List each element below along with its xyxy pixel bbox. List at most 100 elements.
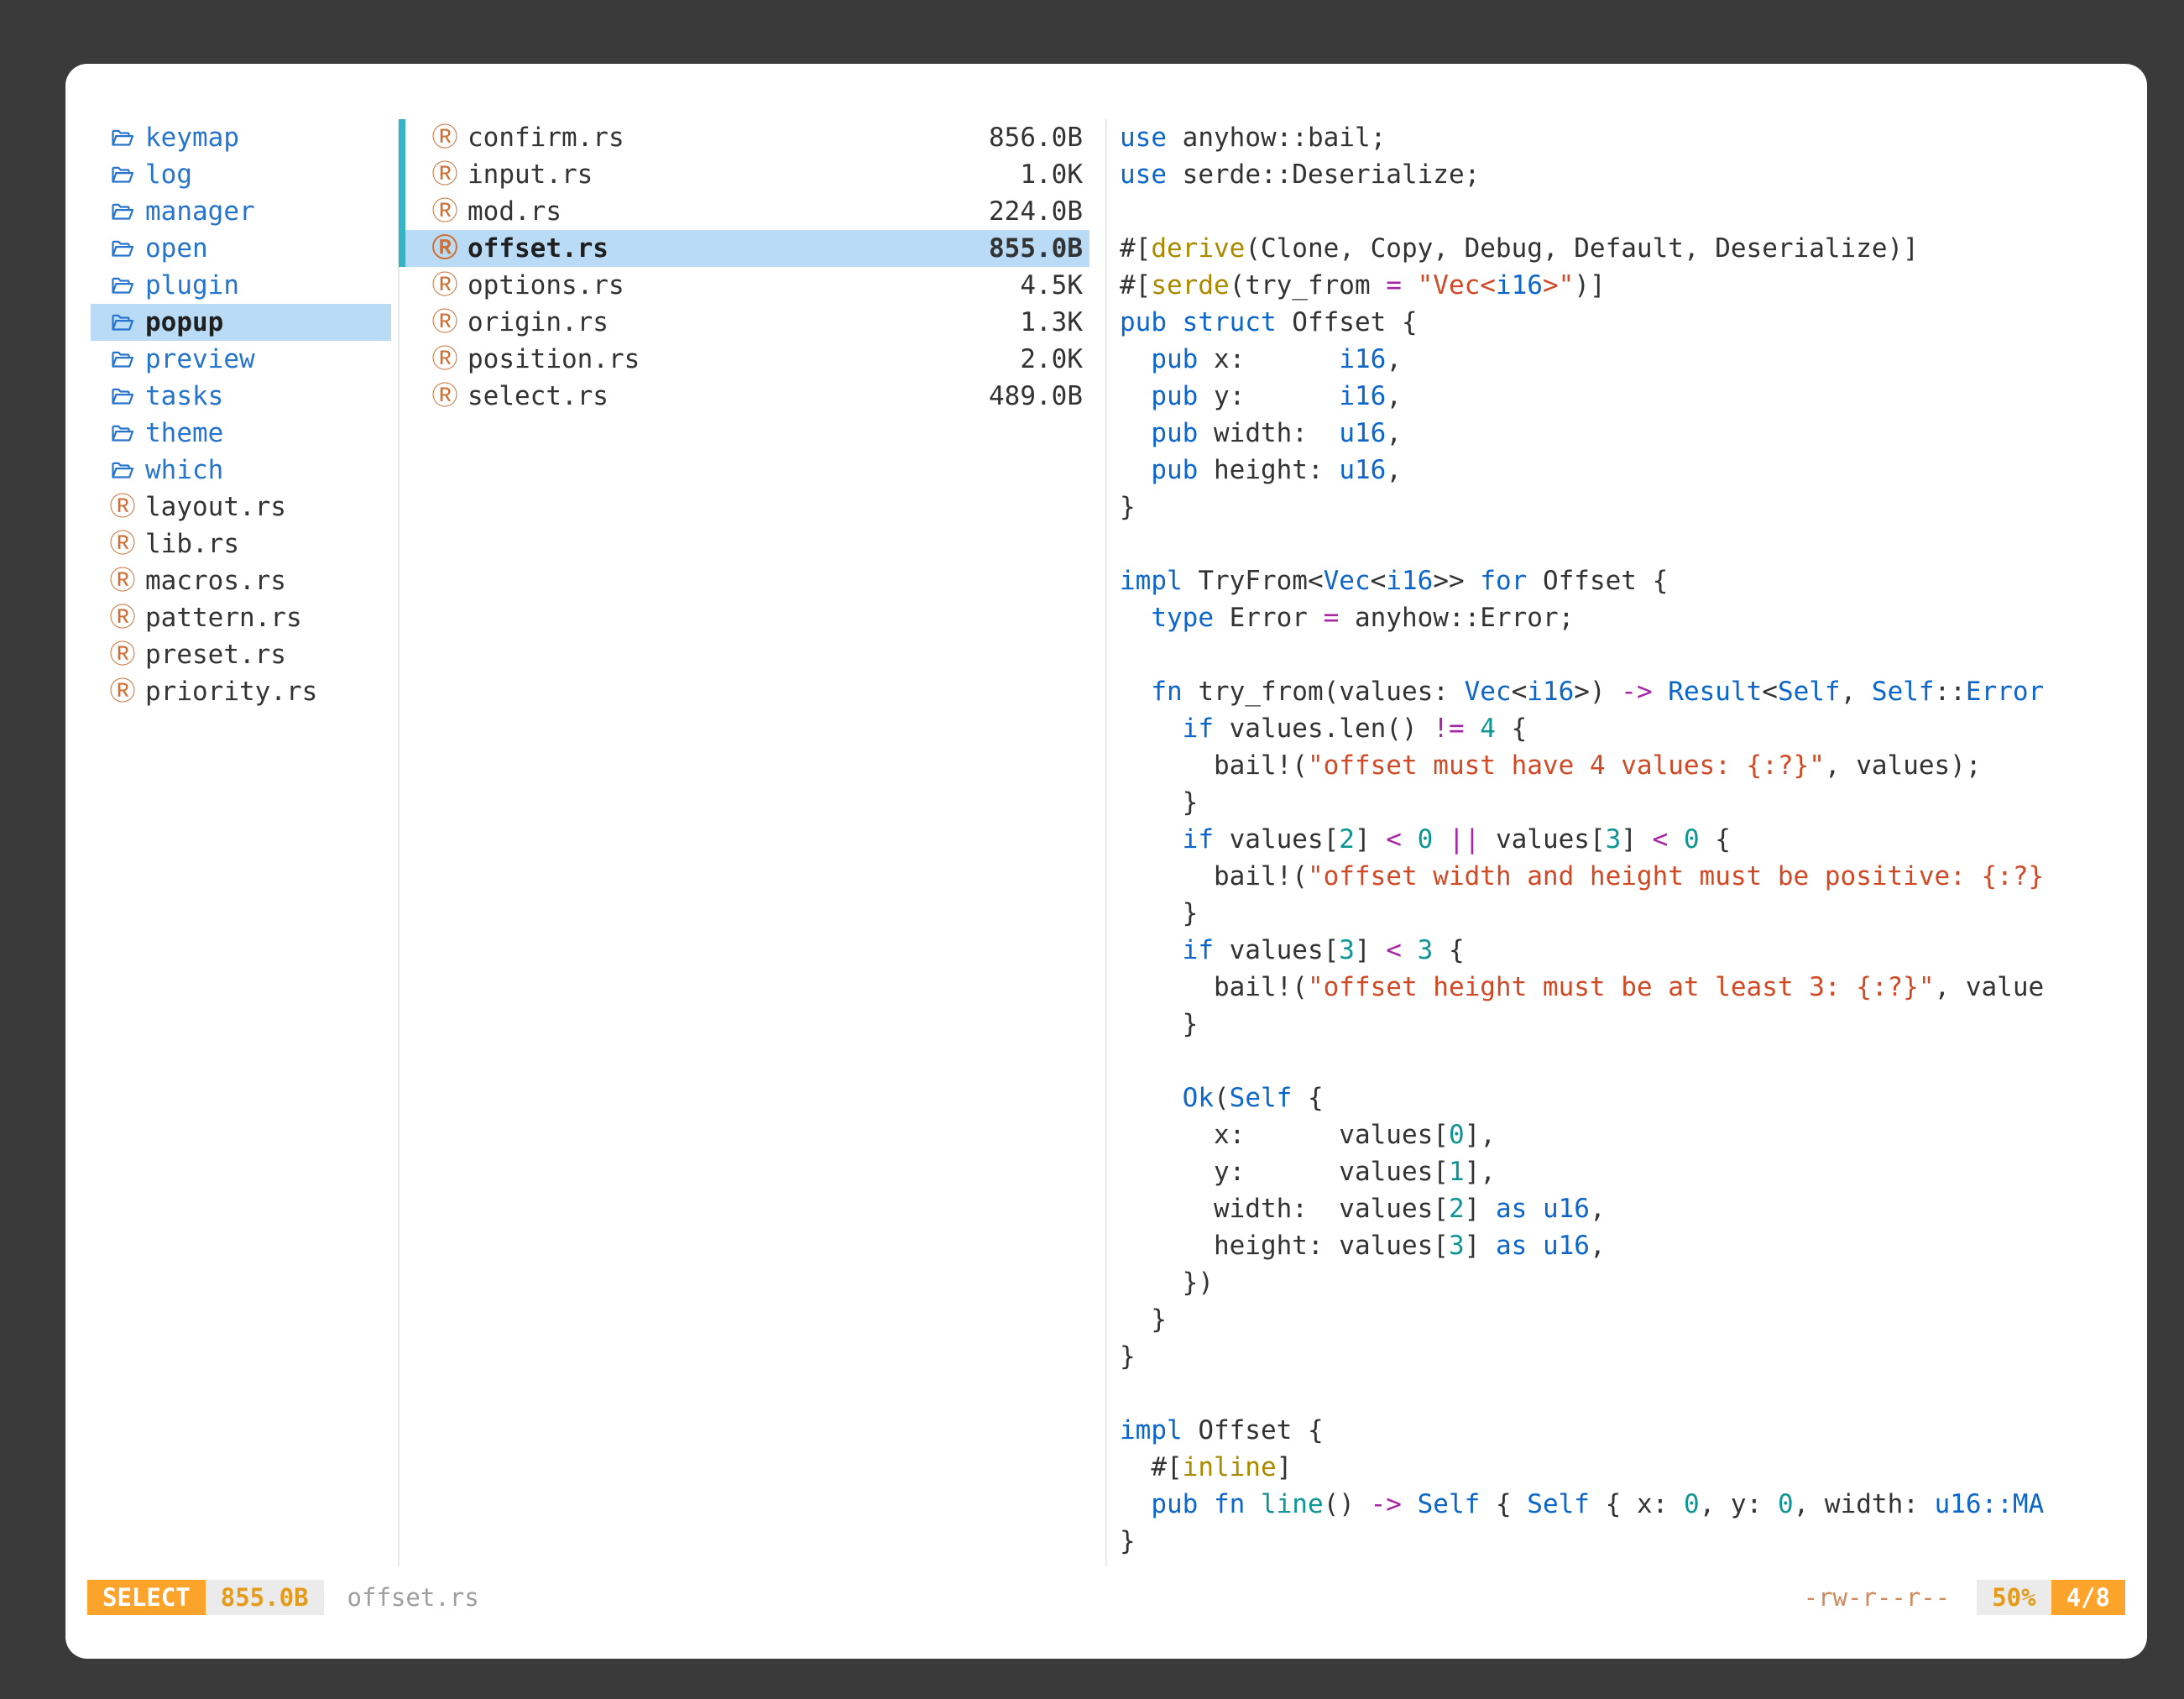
rust-icon: Ⓡ bbox=[431, 384, 458, 410]
code-line: } bbox=[1120, 1338, 2132, 1375]
file-size: 489.0B bbox=[989, 381, 1083, 411]
code-line: #[inline] bbox=[1120, 1449, 2132, 1486]
item-label: tasks bbox=[145, 381, 223, 411]
file-item-mod-rs[interactable]: Ⓡmod.rs 224.0B bbox=[399, 193, 1089, 230]
file-size: 1.3K bbox=[1020, 307, 1083, 337]
folder-open-icon bbox=[109, 386, 136, 407]
item-label: open bbox=[145, 233, 208, 264]
folder-open-icon bbox=[109, 165, 136, 186]
parent-item-keymap[interactable]: keymap bbox=[91, 119, 391, 156]
item-label: macros.rs bbox=[145, 566, 286, 596]
selected-marker bbox=[399, 193, 405, 230]
code-line: x: values[0], bbox=[1120, 1116, 2132, 1153]
item-label: plugin bbox=[145, 270, 239, 301]
parent-item-macros-rs[interactable]: Ⓡmacros.rs bbox=[91, 562, 391, 599]
item-label: which bbox=[145, 455, 223, 485]
parent-item-manager[interactable]: manager bbox=[91, 193, 391, 230]
code-line: use anyhow::bail; bbox=[1120, 119, 2132, 156]
file-size: 856.0B bbox=[989, 123, 1083, 153]
status-bar: SELECT 855.0B offset.rs -rw-r--r-- 50% 4… bbox=[87, 1580, 2125, 1615]
rust-icon: Ⓡ bbox=[431, 125, 458, 151]
item-label: keymap bbox=[145, 123, 239, 153]
item-label: priority.rs bbox=[145, 677, 317, 707]
code-line: } bbox=[1120, 1523, 2132, 1560]
file-item-options-rs[interactable]: Ⓡoptions.rs4.5K bbox=[399, 267, 1089, 304]
file-item-confirm-rs[interactable]: Ⓡconfirm.rs 856.0B bbox=[399, 119, 1089, 156]
item-label: lib.rs bbox=[145, 529, 239, 559]
code-line bbox=[1120, 1375, 2132, 1412]
item-label: preset.rs bbox=[145, 640, 286, 670]
code-line: use serde::Deserialize; bbox=[1120, 156, 2132, 193]
parent-item-priority-rs[interactable]: Ⓡpriority.rs bbox=[91, 673, 391, 710]
code-line: pub y: i16, bbox=[1120, 378, 2132, 415]
item-label: select.rs bbox=[468, 381, 609, 411]
rust-icon: Ⓡ bbox=[431, 236, 458, 262]
code-line bbox=[1120, 525, 2132, 562]
file-size: 4.5K bbox=[1020, 270, 1083, 301]
parent-item-popup[interactable]: popup bbox=[91, 304, 391, 341]
code-line: impl Offset { bbox=[1120, 1412, 2132, 1449]
preview-pane: use anyhow::bail;use serde::Deserialize;… bbox=[1120, 119, 2132, 1560]
mode-badge: SELECT bbox=[87, 1580, 206, 1615]
item-label: popup bbox=[145, 307, 223, 337]
position-badge: 4/8 bbox=[2051, 1580, 2125, 1615]
selected-marker bbox=[399, 230, 405, 267]
parent-item-pattern-rs[interactable]: Ⓡpattern.rs bbox=[91, 599, 391, 636]
code-line: } bbox=[1120, 489, 2132, 525]
percent-badge: 50% bbox=[1977, 1580, 2051, 1615]
item-label: manager bbox=[145, 196, 255, 227]
code-line: fn try_from(values: Vec<i16>) -> Result<… bbox=[1120, 673, 2132, 710]
code-line: pub x: i16, bbox=[1120, 341, 2132, 378]
file-size: 855.0B bbox=[989, 233, 1083, 264]
code-line: bail!("offset width and height must be p… bbox=[1120, 858, 2132, 895]
item-label: offset.rs bbox=[468, 233, 609, 264]
item-label: mod.rs bbox=[468, 196, 562, 227]
code-line bbox=[1120, 193, 2132, 230]
parent-item-log[interactable]: log bbox=[91, 156, 391, 193]
folder-open-icon bbox=[109, 275, 136, 296]
parent-item-plugin[interactable]: plugin bbox=[91, 267, 391, 304]
code-line: if values[2] < 0 || values[3] < 0 { bbox=[1120, 821, 2132, 858]
parent-item-theme[interactable]: theme bbox=[91, 415, 391, 452]
rust-icon: Ⓡ bbox=[109, 605, 136, 631]
parent-item-preview[interactable]: preview bbox=[91, 341, 391, 378]
file-item-select-rs[interactable]: Ⓡselect.rs 489.0B bbox=[399, 378, 1089, 415]
file-item-offset-rs[interactable]: Ⓡoffset.rs 855.0B bbox=[399, 230, 1089, 267]
file-item-origin-rs[interactable]: Ⓡorigin.rs1.3K bbox=[399, 304, 1089, 341]
file-size-badge: 855.0B bbox=[206, 1580, 324, 1615]
code-line: impl TryFrom<Vec<i16>> for Offset { bbox=[1120, 562, 2132, 599]
code-line: pub struct Offset { bbox=[1120, 304, 2132, 341]
parent-item-open[interactable]: open bbox=[91, 230, 391, 267]
item-label: position.rs bbox=[468, 344, 640, 374]
parent-item-preset-rs[interactable]: Ⓡpreset.rs bbox=[91, 636, 391, 673]
code-line: } bbox=[1120, 784, 2132, 821]
code-line: width: values[2] as u16, bbox=[1120, 1190, 2132, 1227]
parent-pane: keymaplogmanager open plugin popup previewta… bbox=[91, 119, 391, 710]
file-item-input-rs[interactable]: Ⓡinput.rs1.0K bbox=[399, 156, 1089, 193]
code-line: bail!("offset height must be at least 3:… bbox=[1120, 969, 2132, 1006]
file-item-position-rs[interactable]: Ⓡposition.rs2.0K bbox=[399, 341, 1089, 378]
code-line: type Error = anyhow::Error; bbox=[1120, 599, 2132, 636]
rust-icon: Ⓡ bbox=[431, 162, 458, 188]
permissions-text: -rw-r--r-- bbox=[1804, 1583, 1951, 1612]
rust-icon: Ⓡ bbox=[431, 199, 458, 225]
parent-item-layout-rs[interactable]: Ⓡlayout.rs bbox=[91, 489, 391, 525]
code-line: pub width: u16, bbox=[1120, 415, 2132, 452]
code-line: } bbox=[1120, 895, 2132, 932]
code-line: #[derive(Clone, Copy, Debug, Default, De… bbox=[1120, 230, 2132, 267]
item-label: pattern.rs bbox=[145, 603, 302, 633]
parent-item-tasks[interactable]: tasks bbox=[91, 378, 391, 415]
code-line: } bbox=[1120, 1301, 2132, 1338]
rust-icon: Ⓡ bbox=[109, 568, 136, 594]
parent-item-lib-rs[interactable]: Ⓡlib.rs bbox=[91, 525, 391, 562]
code-line: if values[3] < 3 { bbox=[1120, 932, 2132, 969]
rust-icon: Ⓡ bbox=[431, 347, 458, 373]
rust-icon: Ⓡ bbox=[109, 642, 136, 668]
parent-item-which[interactable]: which bbox=[91, 452, 391, 489]
folder-open-icon bbox=[109, 460, 136, 481]
code-line: bail!("offset must have 4 values: {:?}",… bbox=[1120, 747, 2132, 784]
selected-marker bbox=[399, 119, 405, 156]
item-label: confirm.rs bbox=[468, 123, 624, 153]
code-line: Ok(Self { bbox=[1120, 1080, 2132, 1116]
file-size: 224.0B bbox=[989, 196, 1083, 227]
